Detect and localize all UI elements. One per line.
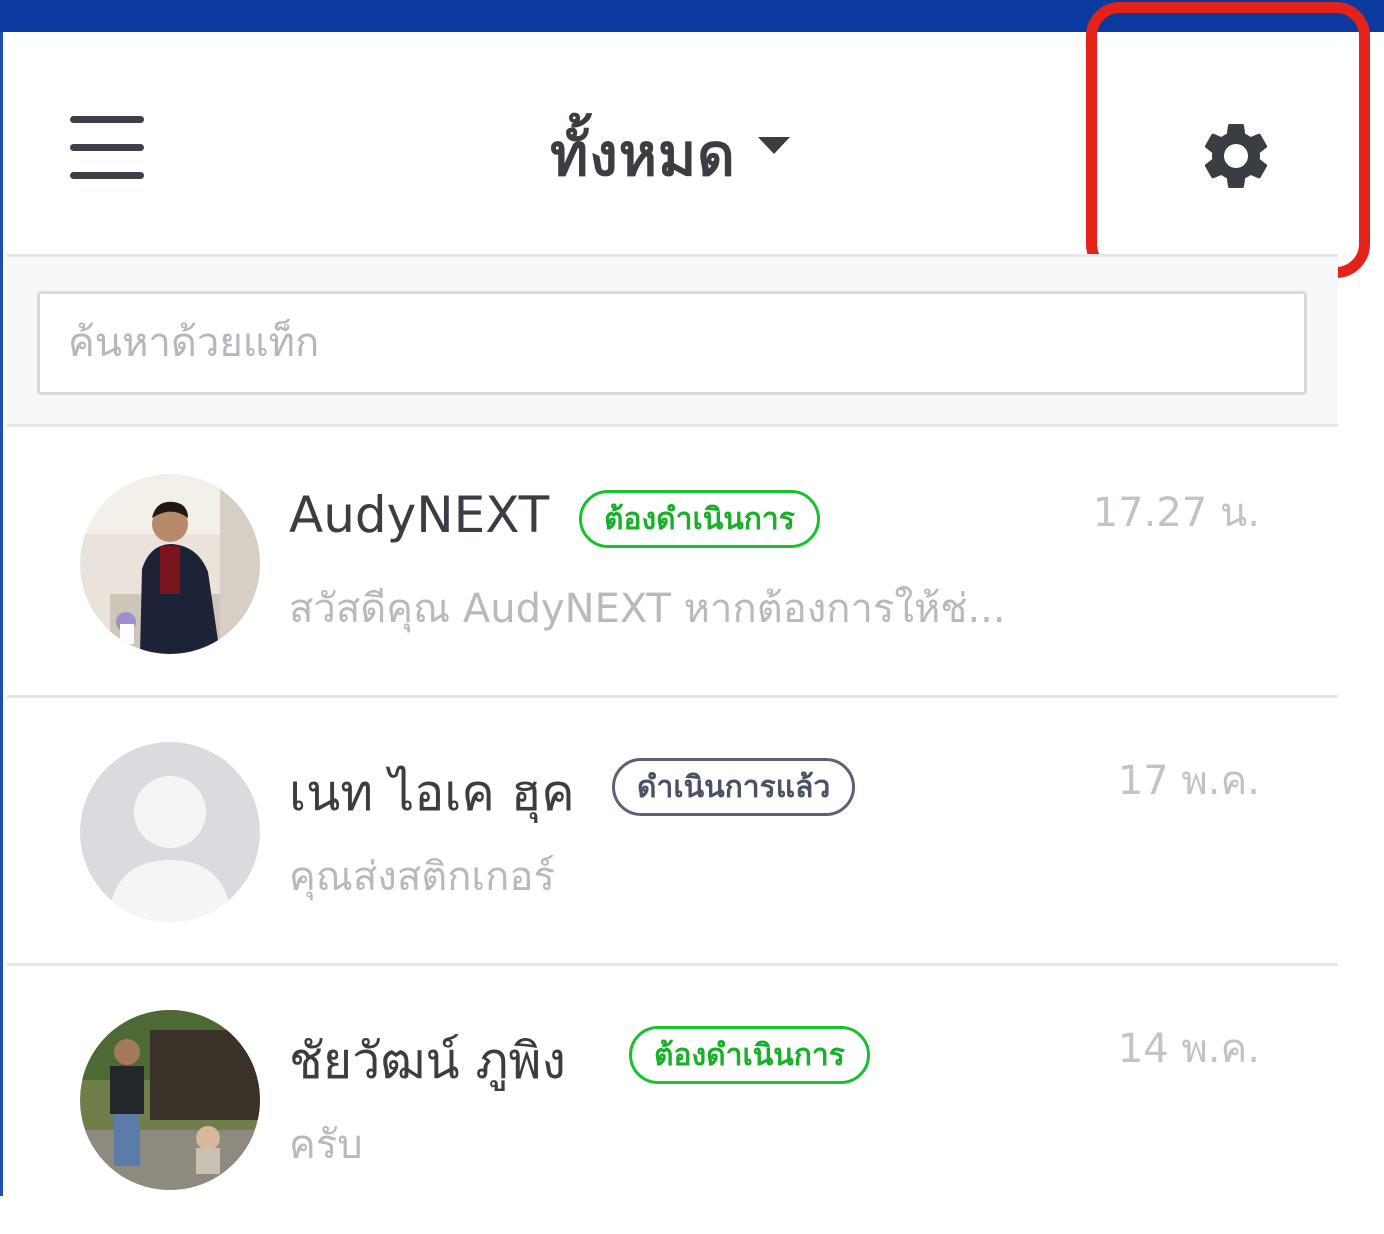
hamburger-icon-line (70, 144, 144, 151)
contact-name: AudyNEXT (289, 486, 550, 544)
status-badge: ต้องดำเนินการ (629, 1026, 870, 1084)
settings-button[interactable] (1196, 116, 1276, 196)
caret-down-icon (757, 136, 790, 154)
top-status-strip (0, 0, 1384, 32)
avatar (80, 1010, 260, 1190)
default-avatar-icon (80, 742, 260, 922)
status-badge: ต้องดำเนินการ (579, 490, 820, 548)
search-bar-area (7, 254, 1338, 427)
chat-list-item[interactable]: ชัยวัฒน์ ภูพิง ต้องดำเนินการ ครับ 14 พ.ค… (7, 966, 1338, 1234)
chat-list-item[interactable]: AudyNEXT ต้องดำเนินการ สวัสดีคุณ AudyNEX… (7, 430, 1338, 698)
hamburger-icon-line (70, 172, 144, 179)
status-badge: ดำเนินการแล้ว (612, 758, 856, 816)
hamburger-menu-button[interactable] (66, 114, 148, 182)
hamburger-icon (70, 116, 144, 123)
timestamp: 14 พ.ค. (1117, 1026, 1260, 1072)
filter-dropdown[interactable]: ทั้งหมด (470, 112, 870, 196)
gear-icon (1204, 123, 1268, 188)
chat-list-item[interactable]: เนท ไอเค ฮุค ดำเนินการแล้ว คุณส่งสติกเกอ… (7, 698, 1338, 966)
timestamp: 17 พ.ค. (1117, 758, 1260, 804)
contact-name: เนท ไอเค ฮุค (289, 764, 575, 822)
avatar (80, 474, 260, 654)
timestamp: 17.27 น. (1092, 490, 1260, 536)
contact-name: ชัยวัฒน์ ภูพิง (289, 1032, 566, 1090)
message-preview: คุณส่งสติกเกอร์ (289, 854, 555, 900)
tag-search-input[interactable] (37, 291, 1307, 395)
message-preview: ครับ (289, 1122, 363, 1168)
page-title: ทั้งหมด (550, 120, 736, 189)
message-preview: สวัสดีคุณ AudyNEXT หากต้องการให้ช่... (289, 586, 1006, 632)
